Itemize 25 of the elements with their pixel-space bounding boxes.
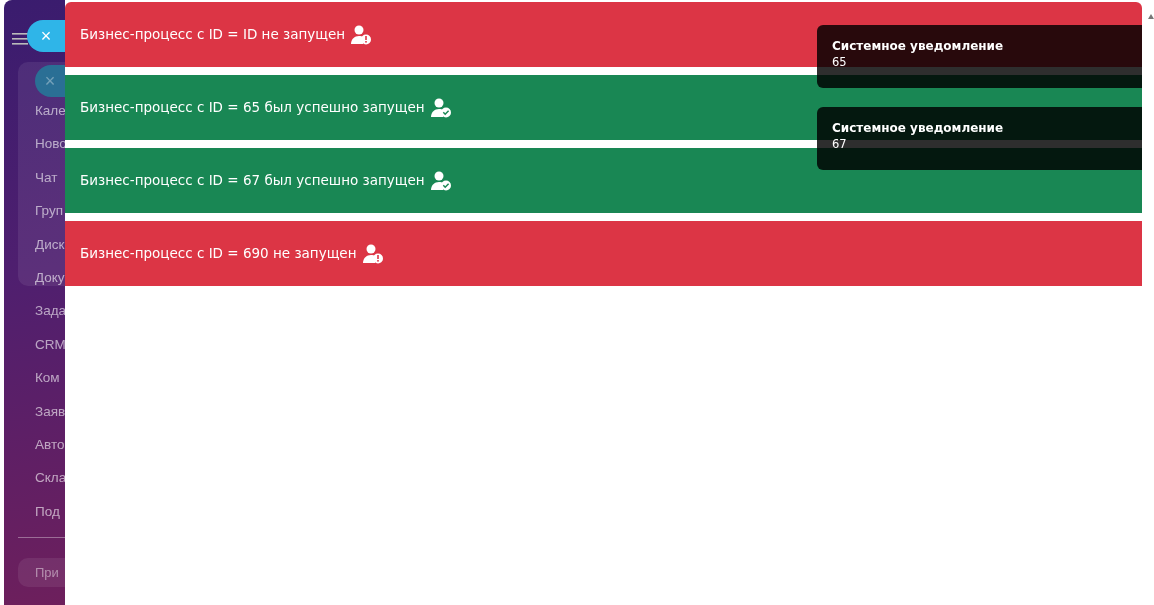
sidebar-item[interactable]: Под xyxy=(35,503,60,520)
user-check-icon xyxy=(430,97,453,118)
sidebar-item[interactable]: Авто xyxy=(35,436,65,453)
alert-message: Бизнес-процесс с ID = 67 был успешно запущен xyxy=(80,171,425,191)
toast-title: Системное уведомление xyxy=(832,38,1005,54)
alert-message: Бизнес-процесс с ID = 65 был успешно запущен xyxy=(80,98,425,118)
sidebar-item[interactable]: Груп xyxy=(35,203,63,220)
toast-body: 65 xyxy=(832,54,848,70)
alert-message: Бизнес-процесс с ID = 690 не запущен xyxy=(80,244,357,264)
sidebar-item[interactable]: Доку xyxy=(35,269,65,286)
user-alert-icon xyxy=(351,24,374,45)
sidebar-item[interactable]: CRM xyxy=(35,336,65,353)
sidebar-item[interactable]: Ком xyxy=(35,370,60,387)
scroll-up-icon[interactable] xyxy=(1148,14,1154,19)
sidebar-item[interactable]: Кале xyxy=(35,103,65,119)
sidebar-item[interactable]: Диск xyxy=(35,236,65,253)
app-button[interactable]: При xyxy=(18,558,65,588)
toast-body: 67 xyxy=(832,136,848,152)
alert-message: Бизнес-процесс с ID = ID не запущен xyxy=(80,25,346,45)
toast-title: Системное уведомление xyxy=(832,120,1005,136)
user-alert-icon xyxy=(362,243,385,264)
sidebar-item[interactable]: Заяв xyxy=(35,403,65,420)
user-check-icon xyxy=(430,170,453,191)
menu-icon[interactable] xyxy=(12,32,28,45)
sidebar-item[interactable]: Чат xyxy=(35,169,58,186)
